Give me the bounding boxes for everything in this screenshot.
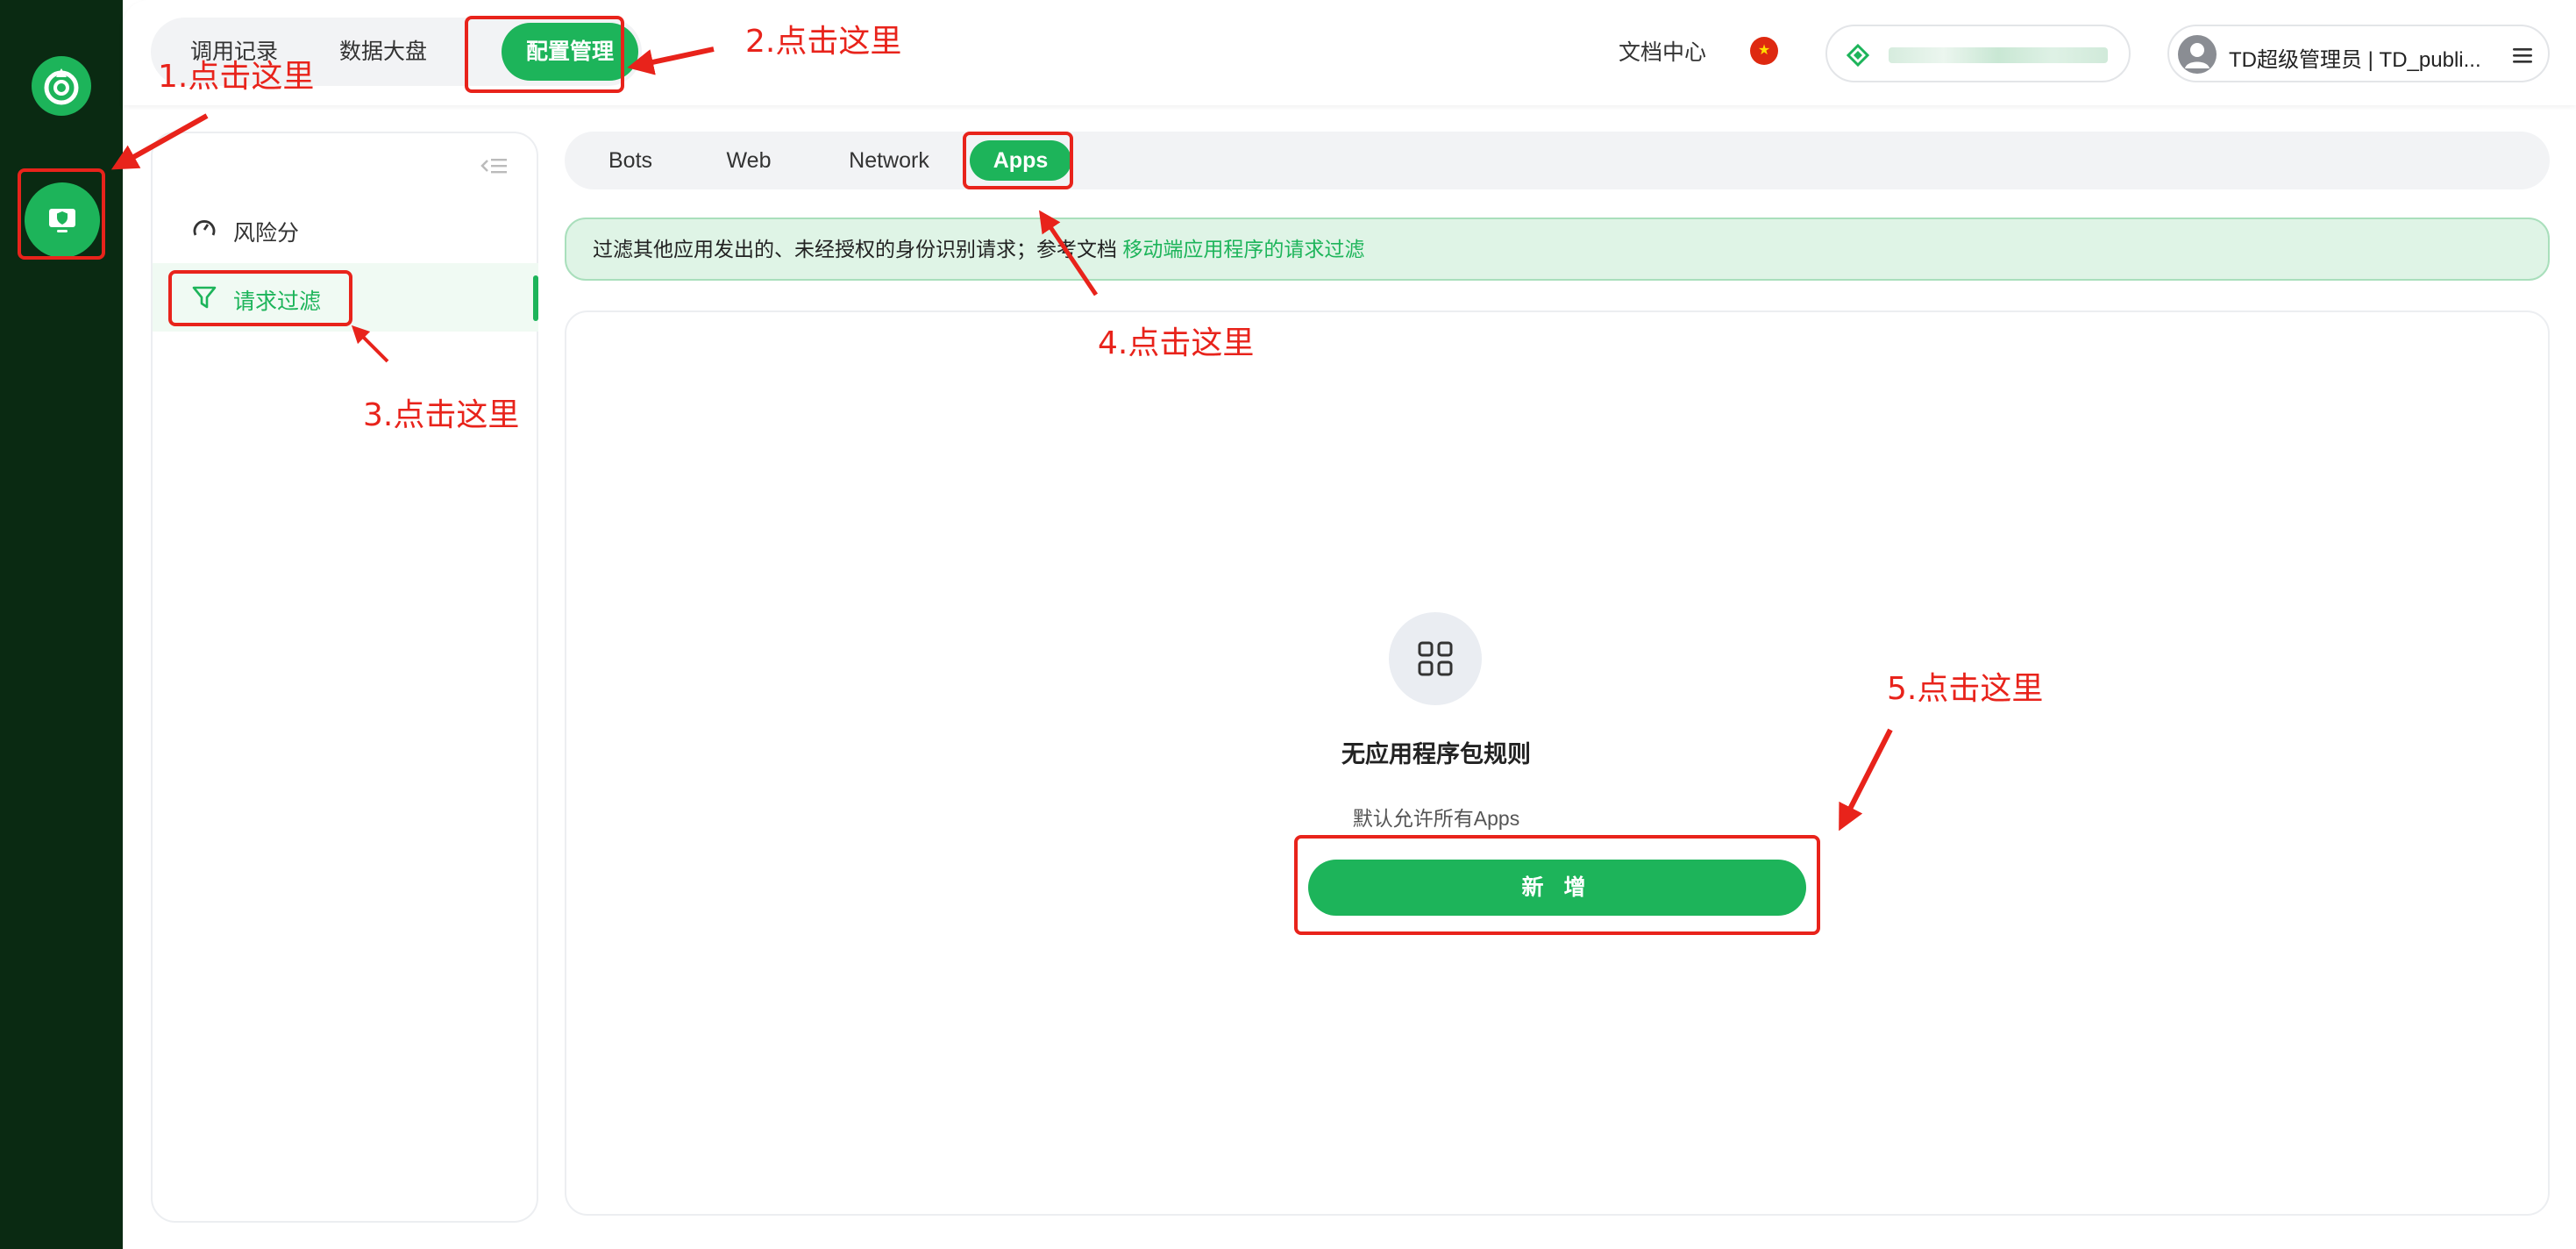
tab-network[interactable]: Network xyxy=(819,132,959,189)
app-main: 调用记录 数据大盘 配置管理 文档中心 ★ TD超级管理员 | TD_publi… xyxy=(123,0,2576,1249)
empty-state-title: 无应用程序包规则 xyxy=(1341,741,1531,767)
docs-center-link[interactable]: 文档中心 xyxy=(1619,35,1706,67)
mobile-app-filter-doc-link[interactable]: 移动端应用程序的请求过滤 xyxy=(1122,238,1364,261)
collapse-sidebar-icon[interactable] xyxy=(480,154,509,177)
tab-web[interactable]: Web xyxy=(705,132,793,189)
sub-tab-group: Bots Web Network Apps xyxy=(565,132,2550,189)
annotation-label-2: 2.点击这里 xyxy=(745,24,902,60)
info-notice: 过滤其他应用发出的、未经授权的身份识别请求；参考文档 移动端应用程序的请求过滤 xyxy=(565,218,2550,281)
user-name: TD超级管理员 | TD_publi... xyxy=(2229,48,2481,72)
org-name-redacted xyxy=(1889,47,2108,63)
annotation-label-4: 4.点击这里 xyxy=(1098,325,1255,361)
tab-bots[interactable]: Bots xyxy=(582,132,679,189)
org-selector[interactable] xyxy=(1825,25,2131,82)
sidebar-item-label: 风险分 xyxy=(233,221,300,246)
annotation-box-1 xyxy=(18,168,105,260)
annotation-box-2 xyxy=(465,16,624,93)
annotation-box-5 xyxy=(1294,835,1820,935)
avatar xyxy=(2178,35,2217,74)
grid-apps-icon xyxy=(1389,612,1482,705)
china-flag-icon[interactable]: ★ xyxy=(1750,37,1778,65)
annotation-label-3: 3.点击这里 xyxy=(363,397,520,433)
active-indicator xyxy=(533,275,538,321)
annotation-box-3 xyxy=(168,270,352,326)
sidebar-item-risk-score[interactable]: 风险分 xyxy=(153,195,538,263)
user-menu[interactable]: TD超级管理员 | TD_publi... xyxy=(2167,25,2550,82)
gauge-icon xyxy=(193,220,216,236)
annotation-box-4 xyxy=(963,132,1073,189)
app-logo-icon[interactable] xyxy=(32,56,91,116)
tab-data-dashboard[interactable]: 数据大盘 xyxy=(309,18,458,86)
diamond-icon xyxy=(1847,44,1869,67)
empty-state-subtitle: 默认允许所有Apps xyxy=(1352,807,1520,830)
hamburger-menu-icon[interactable] xyxy=(2511,44,2534,67)
annotation-label-1: 1.点击这里 xyxy=(158,59,315,95)
notice-text: 过滤其他应用发出的、未经授权的身份识别请求；参考文档 xyxy=(593,238,1123,261)
annotation-label-5: 5.点击这里 xyxy=(1887,671,2044,707)
